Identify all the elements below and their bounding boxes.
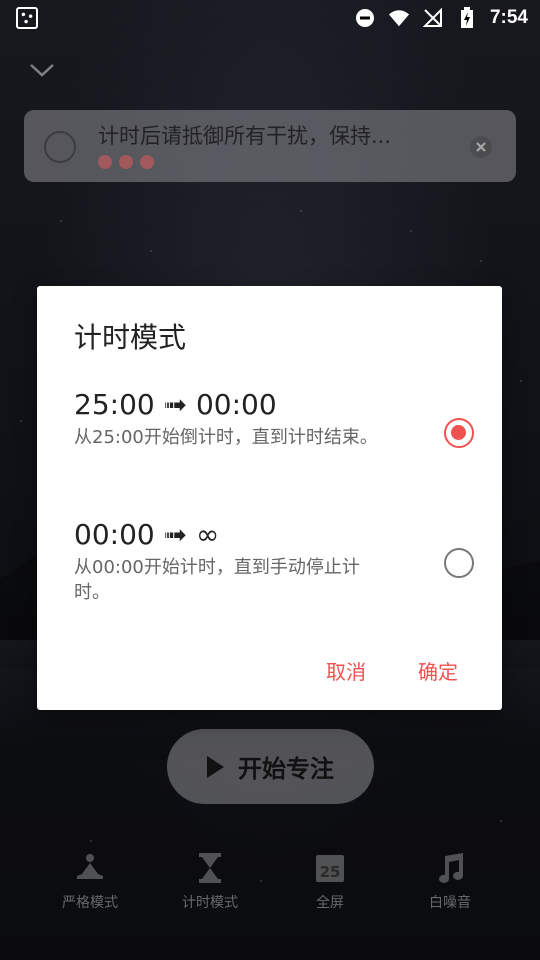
start-focus-button[interactable]: 开始专注 <box>167 729 374 804</box>
status-time: 7:54 <box>489 7 528 28</box>
option-countdown[interactable]: 25:00 ➟ 00:00 从25:00开始倒计时，直到计时结束。 <box>74 388 474 450</box>
option-countdown-radio[interactable] <box>444 418 474 448</box>
task-card[interactable]: 计时后请抵御所有干扰，保持... <box>24 110 516 182</box>
priority-dot <box>98 155 112 169</box>
bottom-nav: 严格模式 计时模式 25 全屏 白噪音 <box>30 850 510 930</box>
option-title: 25:00 ➟ 00:00 <box>74 388 277 421</box>
task-close-icon[interactable] <box>470 136 492 158</box>
status-bar: 7:54 <box>0 0 540 36</box>
calendar-25-icon: 25 <box>312 850 348 886</box>
music-note-icon <box>432 850 468 886</box>
nav-label: 全屏 <box>316 895 344 911</box>
collapse-chevron-icon[interactable] <box>28 56 56 84</box>
task-text: 计时后请抵御所有干扰，保持... <box>98 124 392 148</box>
nav-label: 计时模式 <box>182 895 238 911</box>
no-signal-icon <box>422 7 444 29</box>
priority-dot <box>119 155 133 169</box>
wifi-icon <box>388 7 410 29</box>
priority-dots <box>98 155 154 169</box>
cancel-button[interactable]: 取消 <box>326 656 366 685</box>
option-title: 00:00 ➟ ∞ <box>74 518 220 551</box>
dialog-actions: 取消 确定 <box>326 656 458 685</box>
nav-label: 白噪音 <box>429 895 471 911</box>
option-description: 从00:00开始计时，直到手动停止计时。 <box>74 557 360 603</box>
option-description: 从25:00开始倒计时，直到计时结束。 <box>74 427 378 448</box>
play-icon <box>207 755 224 778</box>
nav-item-timer-mode[interactable]: 计时模式 <box>150 850 270 930</box>
start-focus-label: 开始专注 <box>238 755 334 783</box>
battery-charging-icon <box>456 7 478 29</box>
option-count-up-radio[interactable] <box>444 548 474 578</box>
app-notification-icon <box>16 7 38 29</box>
option-count-up[interactable]: 00:00 ➟ ∞ 从00:00开始计时，直到手动停止计时。 <box>74 518 474 605</box>
do-not-disturb-icon <box>354 7 376 29</box>
calendar-badge: 25 <box>320 863 341 881</box>
timer-mode-dialog: 计时模式 25:00 ➟ 00:00 从25:00开始倒计时，直到计时结束。 0… <box>37 286 502 710</box>
priority-dot <box>140 155 154 169</box>
confirm-button[interactable]: 确定 <box>418 656 458 685</box>
nav-item-white-noise[interactable]: 白噪音 <box>390 850 510 930</box>
nav-item-fullscreen[interactable]: 25 全屏 <box>270 850 390 930</box>
nav-item-strict-mode[interactable]: 严格模式 <box>30 850 150 930</box>
nav-label: 严格模式 <box>62 895 118 911</box>
meditation-icon <box>72 850 108 886</box>
dialog-title: 计时模式 <box>74 321 187 354</box>
task-complete-radio[interactable] <box>44 131 76 163</box>
hourglass-icon <box>192 850 228 886</box>
